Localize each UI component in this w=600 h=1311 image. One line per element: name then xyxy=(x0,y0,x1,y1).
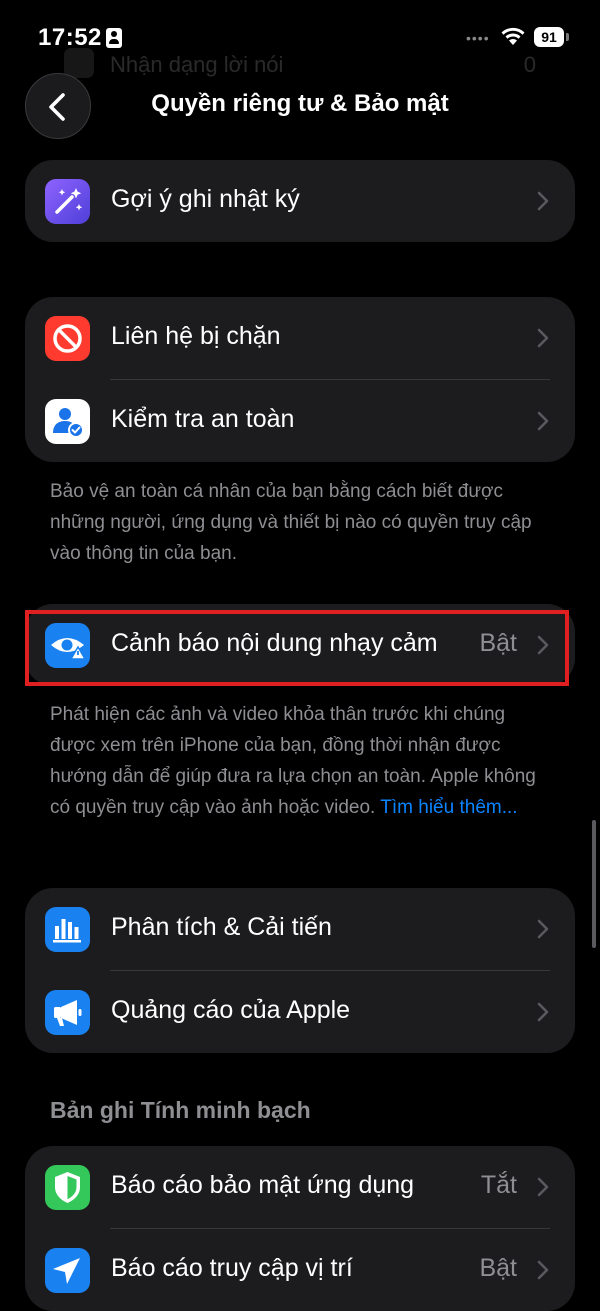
settings-row-blocked-contacts[interactable]: Liên hệ bị chặn xyxy=(25,297,575,379)
scrolled-row-value: 0 xyxy=(523,52,536,77)
safety-group-footer: Bảo vệ an toàn cá nhân của bạn bằng cách… xyxy=(50,481,532,564)
safety-group: Liên hệ bị chặn Kiểm tra an toàn xyxy=(25,297,575,462)
sensitive-content-footer: Phát hiện các ảnh và video khỏa thân trư… xyxy=(50,699,550,823)
scrolled-row-speech-recognition: Nhận dạng lời nói 0 xyxy=(64,46,550,86)
chevron-right-icon xyxy=(537,1177,549,1197)
app-privacy-report-icon xyxy=(45,1165,90,1210)
row-label: Báo cáo bảo mật ứng dụng xyxy=(111,1171,415,1199)
cellular-signal-icon: •••• xyxy=(466,30,490,46)
settings-row-location-access-report[interactable]: Báo cáo truy cập vị trí Bật xyxy=(25,1229,575,1311)
speech-recognition-icon xyxy=(64,48,94,78)
journaling-suggestions-icon xyxy=(45,179,90,224)
highlight-box xyxy=(25,610,569,686)
location-access-report-icon xyxy=(45,1248,90,1293)
row-label: Phân tích & Cải tiến xyxy=(111,913,332,941)
row-label: Báo cáo truy cập vị trí xyxy=(111,1254,353,1282)
journaling-group: Gợi ý ghi nhật ký xyxy=(25,160,575,242)
safety-check-icon xyxy=(45,399,90,444)
settings-row-safety-check[interactable]: Kiểm tra an toàn xyxy=(25,380,575,462)
battery-icon xyxy=(566,33,569,41)
row-label: Quảng cáo của Apple xyxy=(111,996,351,1024)
row-value: Bật xyxy=(479,1254,517,1282)
transparency-log-header: Bản ghi Tính minh bạch xyxy=(50,1097,311,1123)
settings-row-apple-advertising[interactable]: Quảng cáo của Apple xyxy=(25,971,575,1053)
apple-advertising-icon xyxy=(45,990,90,1035)
battery-level: 91 xyxy=(534,27,564,47)
row-label: Kiểm tra an toàn xyxy=(111,405,295,433)
settings-row-analytics[interactable]: Phân tích & Cải tiến xyxy=(25,888,575,970)
chevron-right-icon xyxy=(537,191,549,211)
page-title: Quyền riêng tư & Bảo mật xyxy=(151,90,449,117)
analytics-icon xyxy=(45,907,90,952)
settings-row-app-privacy-report[interactable]: Báo cáo bảo mật ứng dụng Tắt xyxy=(25,1146,575,1228)
chevron-right-icon xyxy=(537,1002,549,1022)
transparency-log-group: Báo cáo bảo mật ứng dụng Tắt Báo cáo tru… xyxy=(25,1146,575,1311)
chevron-right-icon xyxy=(537,411,549,431)
scrolled-row-label: Nhận dạng lời nói xyxy=(110,52,284,77)
chevron-right-icon xyxy=(537,1260,549,1280)
blocked-contacts-icon xyxy=(45,316,90,361)
settings-row-journaling-suggestions[interactable]: Gợi ý ghi nhật ký xyxy=(25,160,575,242)
analytics-group: Phân tích & Cải tiến Quảng cáo của Apple xyxy=(25,888,575,1053)
row-value: Tắt xyxy=(480,1171,517,1199)
scroll-indicator[interactable] xyxy=(592,820,596,948)
chevron-left-icon xyxy=(49,93,65,121)
learn-more-link[interactable]: Tìm hiểu thêm... xyxy=(380,797,517,818)
row-label: Gợi ý ghi nhật ký xyxy=(111,185,300,213)
back-button[interactable] xyxy=(25,73,91,139)
row-label: Liên hệ bị chặn xyxy=(111,322,281,350)
chevron-right-icon xyxy=(537,328,549,348)
chevron-right-icon xyxy=(537,919,549,939)
focus-person-icon xyxy=(106,28,122,48)
